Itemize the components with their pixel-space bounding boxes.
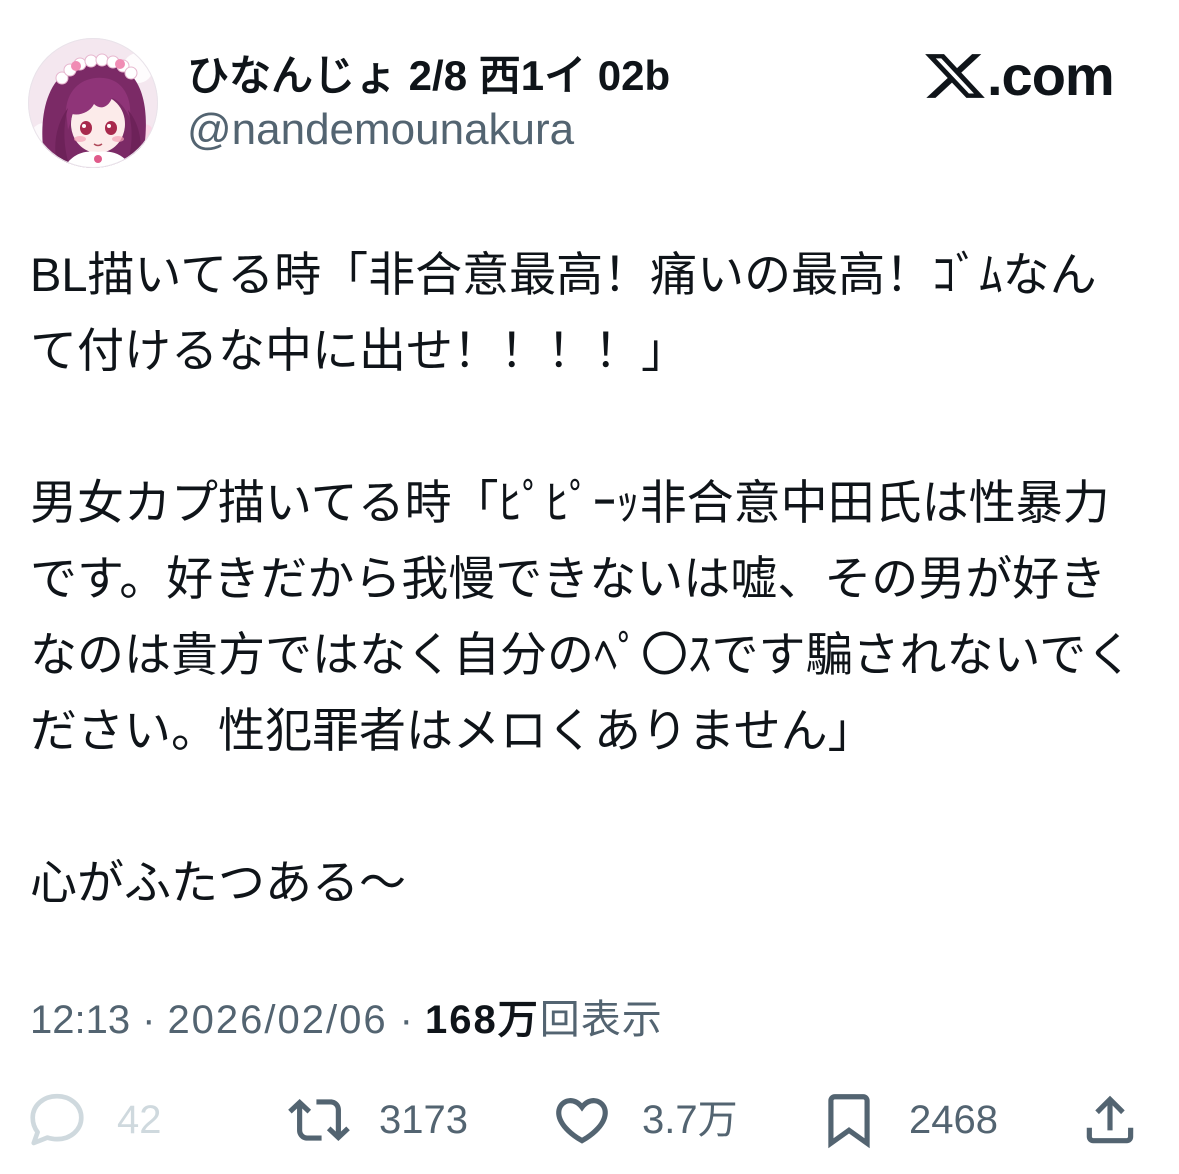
user-handle[interactable]: @nandemounakura bbox=[187, 104, 574, 156]
like-count: 3.7万 bbox=[642, 1098, 738, 1142]
post-text-line: 心がふたつある〜 bbox=[30, 856, 406, 909]
reply-icon bbox=[30, 1093, 84, 1146]
bookmark-icon bbox=[828, 1094, 870, 1149]
repost-icon bbox=[288, 1099, 350, 1141]
post-time: 12:13 bbox=[30, 998, 131, 1042]
post-text-line: BL描いてる時「非合意最高！痛いの最高！ｺﾞﾑなん bbox=[30, 248, 1097, 301]
post-paragraph: 心がふたつある〜 bbox=[30, 845, 1133, 921]
reply-count: 42 bbox=[117, 1098, 162, 1142]
share-button[interactable] bbox=[1079, 1089, 1141, 1151]
x-logo-icon bbox=[925, 54, 985, 98]
heart-icon bbox=[556, 1098, 608, 1144]
meta-separator: · bbox=[399, 998, 413, 1042]
post-paragraph: 男女カプ描いてる時「ﾋﾟﾋﾟｰｯ非合意中田氏は性暴力 です。好きだから我慢できな… bbox=[30, 465, 1133, 769]
x-com-domain: .com bbox=[987, 44, 1115, 107]
view-label[interactable]: 回表示 bbox=[540, 998, 663, 1042]
post-text-line: て付けるな中に出せ！！！！」 bbox=[30, 324, 688, 377]
post-text-line: なのは貴方ではなく自分のﾍﾟ〇ｽです騙されないでく bbox=[30, 628, 1134, 681]
avatar-eye bbox=[105, 121, 117, 135]
bookmark-button[interactable]: 2468 bbox=[818, 1089, 998, 1151]
repost-button[interactable]: 3173 bbox=[288, 1089, 468, 1151]
meta-separator: · bbox=[142, 998, 156, 1042]
view-count[interactable]: 168万 bbox=[425, 998, 540, 1042]
display-name[interactable]: ひなんじょ 2/8 西1イ 02b bbox=[187, 52, 670, 100]
share-icon bbox=[1086, 1095, 1134, 1144]
like-button[interactable]: 3.7万 bbox=[551, 1089, 738, 1151]
bookmark-count: 2468 bbox=[909, 1098, 998, 1142]
repost-count: 3173 bbox=[379, 1098, 468, 1142]
post-date: 2026/02/06 bbox=[167, 998, 388, 1042]
post-text: BL描いてる時「非合意最高！痛いの最高！ｺﾞﾑなん て付けるな中に出せ！！！！」… bbox=[30, 237, 1133, 921]
post-paragraph: BL描いてる時「非合意最高！痛いの最高！ｺﾞﾑなん て付けるな中に出せ！！！！」 bbox=[30, 237, 1133, 389]
x-com-watermark: .com bbox=[925, 48, 1115, 104]
post-text-line: 男女カプ描いてる時「ﾋﾟﾋﾟｰｯ非合意中田氏は性暴力 bbox=[30, 476, 1110, 529]
post-meta: 12:13 · 2026/02/06 · 168万回表示 bbox=[30, 996, 663, 1044]
avatar[interactable] bbox=[28, 38, 158, 168]
avatar-image bbox=[28, 38, 158, 168]
reply-button[interactable]: 42 bbox=[26, 1089, 162, 1151]
post-text-line: です。好きだから我慢できないは嘘、その男が好き bbox=[30, 552, 1107, 605]
post-text-line: ださい。性犯罪者はメロくありません」 bbox=[30, 704, 875, 757]
avatar-eye bbox=[80, 121, 92, 135]
